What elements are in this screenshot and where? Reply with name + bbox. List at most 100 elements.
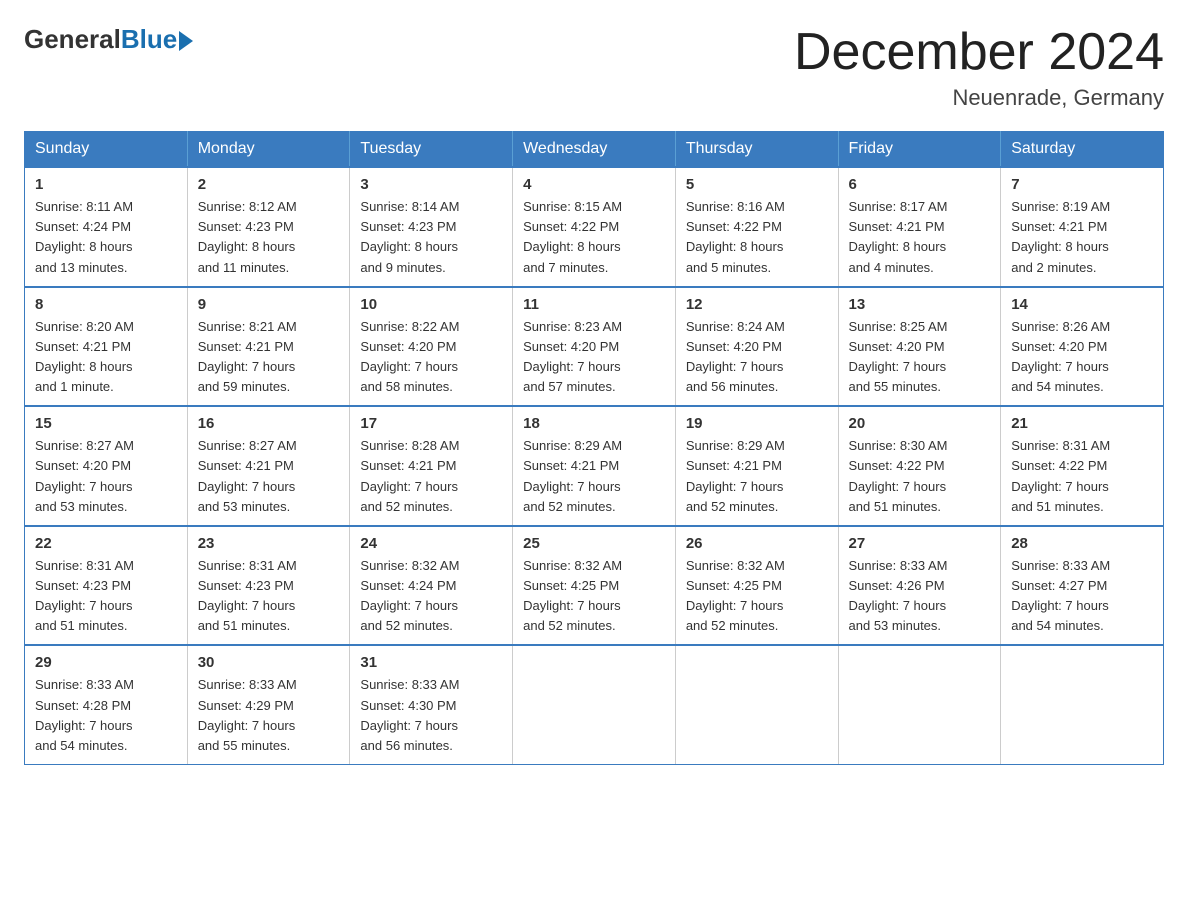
- calendar-cell: [1001, 645, 1164, 764]
- day-info: Sunrise: 8:28 AMSunset: 4:21 PMDaylight:…: [360, 436, 502, 517]
- day-number: 29: [35, 654, 177, 671]
- calendar-cell: 9 Sunrise: 8:21 AMSunset: 4:21 PMDaylight…: [187, 287, 350, 407]
- day-info: Sunrise: 8:26 AMSunset: 4:20 PMDaylight:…: [1011, 317, 1153, 398]
- logo-arrow-icon: [179, 31, 193, 51]
- calendar: SundayMondayTuesdayWednesdayThursdayFrid…: [24, 131, 1164, 765]
- calendar-cell: 30 Sunrise: 8:33 AMSunset: 4:29 PMDayligh…: [187, 645, 350, 764]
- day-info: Sunrise: 8:31 AMSunset: 4:23 PMDaylight:…: [35, 556, 177, 637]
- day-info: Sunrise: 8:17 AMSunset: 4:21 PMDaylight:…: [849, 197, 991, 278]
- calendar-cell: 4Sunrise: 8:15 AMSunset: 4:22 PMDaylight…: [513, 167, 676, 287]
- calendar-cell: 18Sunrise: 8:29 AMSunset: 4:21 PMDayligh…: [513, 406, 676, 526]
- calendar-cell: 7Sunrise: 8:19 AMSunset: 4:21 PMDaylight…: [1001, 167, 1164, 287]
- day-number: 13: [849, 296, 991, 313]
- calendar-cell: 19 Sunrise: 8:29 AMSunset: 4:21 PMDayligh…: [675, 406, 838, 526]
- day-info: Sunrise: 8:20 AMSunset: 4:21 PMDaylight:…: [35, 317, 177, 398]
- day-info: Sunrise: 8:33 AMSunset: 4:29 PMDaylight:…: [198, 675, 340, 756]
- day-number: 20: [849, 415, 991, 432]
- day-number: 10: [360, 296, 502, 313]
- calendar-cell: [838, 645, 1001, 764]
- day-number: 27: [849, 535, 991, 552]
- day-number: 9: [198, 296, 340, 313]
- day-number: 23: [198, 535, 340, 552]
- calendar-cell: 13 Sunrise: 8:25 AMSunset: 4:20 PMDayligh…: [838, 287, 1001, 407]
- main-title: December 2024: [794, 24, 1164, 81]
- calendar-cell: 11Sunrise: 8:23 AMSunset: 4:20 PMDayligh…: [513, 287, 676, 407]
- day-info: Sunrise: 8:32 AMSunset: 4:25 PMDaylight:…: [686, 556, 828, 637]
- logo-general-text: General: [24, 24, 121, 55]
- day-number: 1: [35, 176, 177, 193]
- day-number: 17: [360, 415, 502, 432]
- week-row-1: 1 Sunrise: 8:11 AMSunset: 4:24 PMDaylight…: [25, 167, 1164, 287]
- calendar-cell: [675, 645, 838, 764]
- day-header-tuesday: Tuesday: [350, 132, 513, 168]
- day-number: 18: [523, 415, 665, 432]
- day-number: 5: [686, 176, 828, 193]
- day-info: Sunrise: 8:27 AMSunset: 4:21 PMDaylight:…: [198, 436, 340, 517]
- header-row: SundayMondayTuesdayWednesdayThursdayFrid…: [25, 132, 1164, 168]
- day-info: Sunrise: 8:21 AMSunset: 4:21 PMDaylight:…: [198, 317, 340, 398]
- day-number: 6: [849, 176, 991, 193]
- calendar-cell: 6 Sunrise: 8:17 AMSunset: 4:21 PMDaylight…: [838, 167, 1001, 287]
- calendar-cell: 8Sunrise: 8:20 AMSunset: 4:21 PMDaylight…: [25, 287, 188, 407]
- day-info: Sunrise: 8:15 AMSunset: 4:22 PMDaylight:…: [523, 197, 665, 278]
- subtitle: Neuenrade, Germany: [794, 85, 1164, 111]
- calendar-cell: 31 Sunrise: 8:33 AMSunset: 4:30 PMDayligh…: [350, 645, 513, 764]
- day-number: 11: [523, 296, 665, 313]
- day-info: Sunrise: 8:33 AMSunset: 4:30 PMDaylight:…: [360, 675, 502, 756]
- calendar-cell: 28Sunrise: 8:33 AMSunset: 4:27 PMDayligh…: [1001, 526, 1164, 646]
- calendar-header: SundayMondayTuesdayWednesdayThursdayFrid…: [25, 132, 1164, 168]
- day-number: 12: [686, 296, 828, 313]
- day-info: Sunrise: 8:29 AMSunset: 4:21 PMDaylight:…: [686, 436, 828, 517]
- day-number: 22: [35, 535, 177, 552]
- day-info: Sunrise: 8:31 AMSunset: 4:22 PMDaylight:…: [1011, 436, 1153, 517]
- calendar-cell: 22 Sunrise: 8:31 AMSunset: 4:23 PMDayligh…: [25, 526, 188, 646]
- calendar-cell: 2Sunrise: 8:12 AMSunset: 4:23 PMDaylight…: [187, 167, 350, 287]
- logo: General Blue: [24, 24, 193, 55]
- day-number: 7: [1011, 176, 1153, 193]
- day-number: 19: [686, 415, 828, 432]
- day-number: 16: [198, 415, 340, 432]
- day-info: Sunrise: 8:25 AMSunset: 4:20 PMDaylight:…: [849, 317, 991, 398]
- calendar-cell: 10Sunrise: 8:22 AMSunset: 4:20 PMDayligh…: [350, 287, 513, 407]
- day-number: 14: [1011, 296, 1153, 313]
- calendar-cell: 15 Sunrise: 8:27 AMSunset: 4:20 PMDayligh…: [25, 406, 188, 526]
- calendar-cell: 5Sunrise: 8:16 AMSunset: 4:22 PMDaylight…: [675, 167, 838, 287]
- week-row-5: 29Sunrise: 8:33 AMSunset: 4:28 PMDayligh…: [25, 645, 1164, 764]
- day-number: 3: [360, 176, 502, 193]
- calendar-cell: 20 Sunrise: 8:30 AMSunset: 4:22 PMDayligh…: [838, 406, 1001, 526]
- title-block: December 2024 Neuenrade, Germany: [794, 24, 1164, 111]
- day-header-saturday: Saturday: [1001, 132, 1164, 168]
- day-info: Sunrise: 8:24 AMSunset: 4:20 PMDaylight:…: [686, 317, 828, 398]
- calendar-cell: 21 Sunrise: 8:31 AMSunset: 4:22 PMDayligh…: [1001, 406, 1164, 526]
- day-number: 15: [35, 415, 177, 432]
- calendar-cell: 17 Sunrise: 8:28 AMSunset: 4:21 PMDayligh…: [350, 406, 513, 526]
- calendar-cell: 23 Sunrise: 8:31 AMSunset: 4:23 PMDayligh…: [187, 526, 350, 646]
- calendar-body: 1 Sunrise: 8:11 AMSunset: 4:24 PMDaylight…: [25, 167, 1164, 764]
- logo-blue-part: Blue: [121, 24, 193, 55]
- logo-blue-text: Blue: [121, 24, 177, 55]
- day-info: Sunrise: 8:11 AMSunset: 4:24 PMDaylight:…: [35, 197, 177, 278]
- day-number: 30: [198, 654, 340, 671]
- day-number: 25: [523, 535, 665, 552]
- day-info: Sunrise: 8:27 AMSunset: 4:20 PMDaylight:…: [35, 436, 177, 517]
- calendar-cell: 29Sunrise: 8:33 AMSunset: 4:28 PMDayligh…: [25, 645, 188, 764]
- day-info: Sunrise: 8:30 AMSunset: 4:22 PMDaylight:…: [849, 436, 991, 517]
- week-row-4: 22 Sunrise: 8:31 AMSunset: 4:23 PMDayligh…: [25, 526, 1164, 646]
- day-number: 21: [1011, 415, 1153, 432]
- day-info: Sunrise: 8:31 AMSunset: 4:23 PMDaylight:…: [198, 556, 340, 637]
- calendar-cell: 12 Sunrise: 8:24 AMSunset: 4:20 PMDayligh…: [675, 287, 838, 407]
- calendar-cell: 24Sunrise: 8:32 AMSunset: 4:24 PMDayligh…: [350, 526, 513, 646]
- day-number: 26: [686, 535, 828, 552]
- calendar-cell: 26 Sunrise: 8:32 AMSunset: 4:25 PMDayligh…: [675, 526, 838, 646]
- day-info: Sunrise: 8:32 AMSunset: 4:25 PMDaylight:…: [523, 556, 665, 637]
- day-header-wednesday: Wednesday: [513, 132, 676, 168]
- week-row-2: 8Sunrise: 8:20 AMSunset: 4:21 PMDaylight…: [25, 287, 1164, 407]
- day-number: 31: [360, 654, 502, 671]
- day-header-thursday: Thursday: [675, 132, 838, 168]
- day-info: Sunrise: 8:32 AMSunset: 4:24 PMDaylight:…: [360, 556, 502, 637]
- week-row-3: 15 Sunrise: 8:27 AMSunset: 4:20 PMDayligh…: [25, 406, 1164, 526]
- day-info: Sunrise: 8:14 AMSunset: 4:23 PMDaylight:…: [360, 197, 502, 278]
- day-info: Sunrise: 8:33 AMSunset: 4:27 PMDaylight:…: [1011, 556, 1153, 637]
- calendar-cell: 1 Sunrise: 8:11 AMSunset: 4:24 PMDaylight…: [25, 167, 188, 287]
- calendar-cell: [513, 645, 676, 764]
